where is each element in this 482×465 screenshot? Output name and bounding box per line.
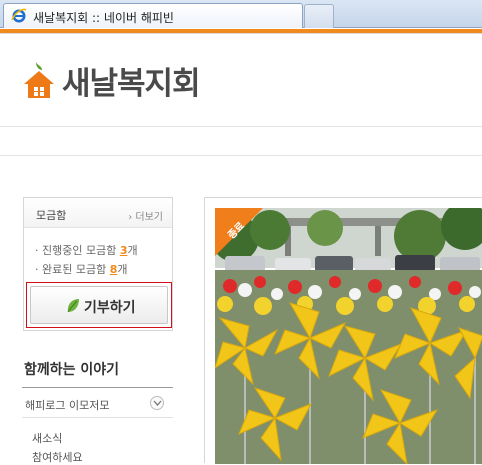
nav-divider xyxy=(0,155,482,156)
together-section-title: 함께하는 이야기 xyxy=(24,362,120,378)
campaign-photo-frame: 종료 xyxy=(204,197,482,464)
donation-box-title: 모금함 xyxy=(36,209,67,222)
completed-label: · 완료된 모금함 xyxy=(35,263,110,276)
more-link[interactable]: › 더보기 xyxy=(128,208,163,223)
donate-button[interactable]: 기부하기 xyxy=(30,286,168,324)
logo-text: 새날복지회 xyxy=(62,66,201,102)
new-tab-button[interactable] xyxy=(304,4,334,28)
donation-box: 모금함 › 더보기 · 진행중인 모금함 3개 · 완료된 모금함 8개 기부하… xyxy=(23,197,173,331)
chevron-down-icon[interactable] xyxy=(150,396,164,410)
happylog-dropdown[interactable]: 해피로그 이모저모 xyxy=(22,388,173,418)
house-icon xyxy=(22,60,58,100)
ongoing-label: · 진행중인 모금함 xyxy=(35,244,120,257)
donation-box-header: 모금함 › 더보기 xyxy=(24,198,172,228)
ongoing-fund-count[interactable]: · 진행중인 모금함 3개 xyxy=(35,242,138,258)
donate-button-highlight: 기부하기 xyxy=(26,282,172,328)
header-divider xyxy=(0,126,482,127)
donate-button-label: 기부하기 xyxy=(84,300,136,316)
ongoing-suffix: 개 xyxy=(127,244,138,257)
browser-tab-strip: 새날복지회 :: 네이버 해피빈 xyxy=(0,0,482,28)
browser-tab-active[interactable]: 새날복지회 :: 네이버 해피빈 xyxy=(3,3,303,28)
top-accent-shadow xyxy=(0,33,482,34)
browser-tab-title: 새날복지회 :: 네이버 해피빈 xyxy=(33,11,174,25)
nav-item-news[interactable]: 새소식 xyxy=(32,430,62,446)
happylog-label: 해피로그 이모저모 xyxy=(25,399,110,412)
ie-icon xyxy=(11,8,27,24)
completed-suffix: 개 xyxy=(117,263,128,276)
completed-fund-count[interactable]: · 완료된 모금함 8개 xyxy=(35,261,128,277)
campaign-photo[interactable]: 종료 xyxy=(215,208,482,464)
leaf-icon xyxy=(66,298,80,314)
